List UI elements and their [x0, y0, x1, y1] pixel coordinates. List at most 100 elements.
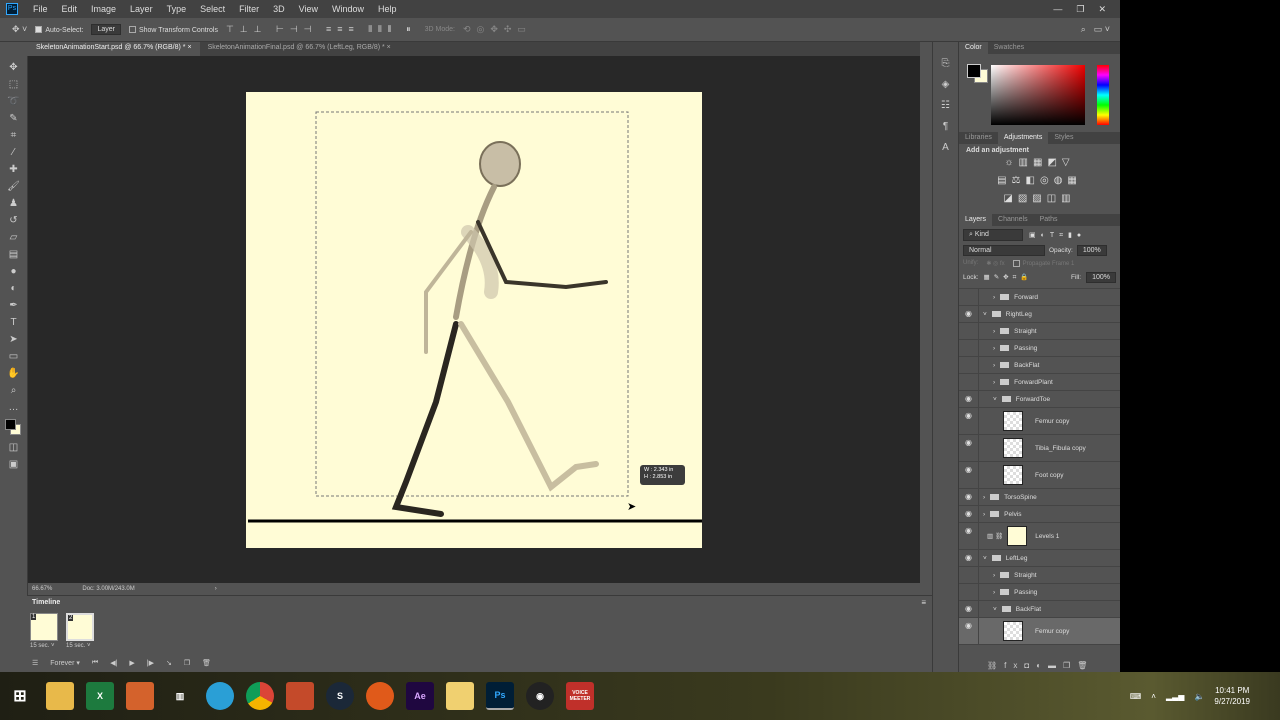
color-picker-field[interactable] — [991, 65, 1085, 125]
convert-timeline-icon[interactable]: ☰ — [32, 659, 38, 667]
zoom-level[interactable]: 66.67% — [32, 586, 52, 592]
menu-window[interactable]: Window — [325, 4, 371, 14]
folder-icon[interactable] — [446, 682, 474, 710]
layer-row[interactable]: ◉ Femur copy — [959, 618, 1120, 646]
chevron-right-icon[interactable]: › — [983, 494, 985, 501]
lock-icons[interactable]: ▦✎✥⌗🔒 — [984, 273, 1033, 282]
animation-frame-1[interactable]: 1 15 sec. ˅ — [30, 613, 60, 653]
adjustment-icons[interactable]: ☼▥▦◩▽ ▤⚖◧◎◍▦ ◪▨▨◫▥ — [966, 154, 1113, 208]
obs-icon[interactable]: ◉ — [526, 682, 554, 710]
animation-frame-2[interactable]: 2 15 sec. ˅ — [66, 613, 96, 653]
menu-filter[interactable]: Filter — [232, 4, 266, 14]
duplicate-frame-icon[interactable]: ❐ — [184, 659, 190, 667]
layer-row[interactable]: › BackFlat — [959, 357, 1120, 375]
stamp-icon[interactable]: ♟ — [9, 198, 18, 210]
healing-icon[interactable]: ✚ — [9, 164, 17, 176]
visibility-eye-icon[interactable]: ◉ — [959, 462, 979, 489]
layer-row[interactable]: ◉ ˅ ForwardToe — [959, 391, 1120, 409]
layer-row[interactable]: ◉ › TorsoSpine — [959, 489, 1120, 507]
tab-swatches[interactable]: Swatches — [988, 42, 1030, 54]
after-effects-icon[interactable]: Ae — [406, 682, 434, 710]
visibility-eye-icon[interactable]: ◉ — [959, 391, 979, 408]
search-icon[interactable]: ⌕ — [1081, 24, 1086, 35]
globe-icon[interactable] — [206, 682, 234, 710]
menu-select[interactable]: Select — [193, 4, 232, 14]
chevron-right-icon[interactable]: › — [993, 362, 995, 369]
zoom-tool-icon[interactable]: ⌕ — [11, 385, 17, 397]
tab-libraries[interactable]: Libraries — [959, 132, 998, 144]
recorder-icon[interactable] — [366, 682, 394, 710]
visibility-eye-icon[interactable] — [959, 340, 979, 357]
hand-tool-icon[interactable]: ✋ — [7, 368, 19, 380]
stats-app-icon[interactable]: ▥ — [166, 682, 194, 710]
layer-row[interactable]: ◉ ▥ ⛓ Levels 1 — [959, 523, 1120, 551]
opacity-input[interactable]: 100% — [1076, 245, 1107, 256]
layer-row[interactable]: ◉ Tibia_Fibula copy — [959, 435, 1120, 463]
menu-image[interactable]: Image — [84, 4, 123, 14]
eyedropper-icon[interactable]: ⁄ — [13, 147, 15, 159]
first-frame-icon[interactable]: ⏮ — [92, 659, 98, 667]
tab-skeleton-start[interactable]: SkeletonAnimationStart.psd @ 66.7% (RGB/… — [28, 42, 200, 56]
visibility-eye-icon[interactable]: ◉ — [959, 489, 979, 506]
network-icon[interactable]: ▂▃▅ — [1166, 692, 1184, 701]
layer-row[interactable]: › Passing — [959, 584, 1120, 602]
chevron-right-icon[interactable]: › — [993, 328, 995, 335]
chrome-icon[interactable] — [246, 682, 274, 710]
steam-icon[interactable]: S — [326, 682, 354, 710]
layer-row[interactable]: ◉ Femur copy — [959, 408, 1120, 436]
tab-layers[interactable]: Layers — [959, 214, 993, 226]
eraser-icon[interactable]: ▱ — [10, 232, 18, 244]
menu-3d[interactable]: 3D — [266, 4, 292, 14]
menu-help[interactable]: Help — [371, 4, 404, 14]
blend-mode-select[interactable]: Normal — [963, 245, 1045, 256]
crop-tool-icon[interactable]: ⌗ — [11, 130, 17, 142]
close-tab-icon[interactable]: × — [387, 44, 391, 51]
close-tab-icon[interactable]: × — [187, 44, 191, 51]
layer-row[interactable]: ◉ Foot copy — [959, 462, 1120, 490]
visibility-eye-icon[interactable]: ◉ — [959, 435, 979, 462]
marquee-tool-icon[interactable]: ⬚ — [9, 79, 18, 91]
move-tool-icon[interactable]: ✥ ˅ — [12, 24, 27, 35]
visibility-eye-icon[interactable]: ◉ — [959, 408, 979, 435]
play-icon[interactable]: ▶ — [129, 659, 134, 667]
chevron-right-icon[interactable]: › — [993, 294, 995, 301]
layers-footer-icons[interactable]: ⛓fx◘◐▬❐🗑 — [987, 661, 1094, 670]
start-icon[interactable]: ⊞ — [6, 682, 34, 710]
panel-menu-icon[interactable]: ≡ — [921, 598, 926, 607]
volume-icon[interactable]: 🔈 — [1194, 692, 1204, 701]
propagate-checkbox[interactable]: Propagate Frame 1 — [1012, 260, 1074, 267]
character-icon[interactable]: A — [942, 142, 949, 153]
chevron-right-icon[interactable]: › — [993, 589, 995, 596]
tab-color[interactable]: Color — [959, 42, 988, 54]
visibility-eye-icon[interactable]: ◉ — [959, 550, 979, 567]
visibility-eye-icon[interactable] — [959, 357, 979, 374]
file-explorer-icon[interactable] — [46, 682, 74, 710]
tray-expand-icon[interactable]: ˄ — [1151, 692, 1156, 701]
unify-icons[interactable]: ✱ ◎ fx — [986, 260, 1004, 267]
chevron-right-icon[interactable]: › — [993, 345, 995, 352]
visibility-eye-icon[interactable] — [959, 374, 979, 391]
3d-tools-icons[interactable]: ⟲◎✥✣▭ — [463, 24, 532, 35]
gimp-icon[interactable] — [286, 682, 314, 710]
tab-styles[interactable]: Styles — [1048, 132, 1079, 144]
keyboard-icon[interactable]: ⌨ — [1130, 692, 1142, 701]
foreground-color[interactable] — [967, 64, 981, 78]
excel-icon[interactable]: X — [86, 682, 114, 710]
lasso-tool-icon[interactable]: ➰ — [7, 96, 19, 108]
status-expand-icon[interactable]: › — [215, 586, 217, 592]
visibility-eye-icon[interactable]: ◉ — [959, 523, 979, 550]
close-icon[interactable]: ✕ — [1098, 4, 1106, 15]
layer-row[interactable]: ◉ ˅ RightLeg — [959, 306, 1120, 324]
chevron-down-icon[interactable]: ˅ — [993, 606, 997, 613]
visibility-eye-icon[interactable] — [959, 323, 979, 340]
tab-skeleton-final[interactable]: SkeletonAnimationFinal.psd @ 66.7% (Left… — [200, 42, 399, 56]
layer-row[interactable]: ◉ › Pelvis — [959, 506, 1120, 524]
screen-mode-icon[interactable]: ▣ — [9, 459, 18, 471]
paragraph-icon[interactable]: ¶ — [943, 121, 948, 132]
dodge-icon[interactable]: ◐ — [10, 283, 16, 295]
tab-adjustments[interactable]: Adjustments — [997, 132, 1049, 144]
type-tool-icon[interactable]: T — [10, 317, 16, 329]
clock[interactable]: 10:41 PM 9/27/2019 — [1214, 685, 1250, 707]
layer-row[interactable]: ◉ ˅ BackFlat — [959, 601, 1120, 619]
layer-row[interactable]: › Straight — [959, 567, 1120, 585]
